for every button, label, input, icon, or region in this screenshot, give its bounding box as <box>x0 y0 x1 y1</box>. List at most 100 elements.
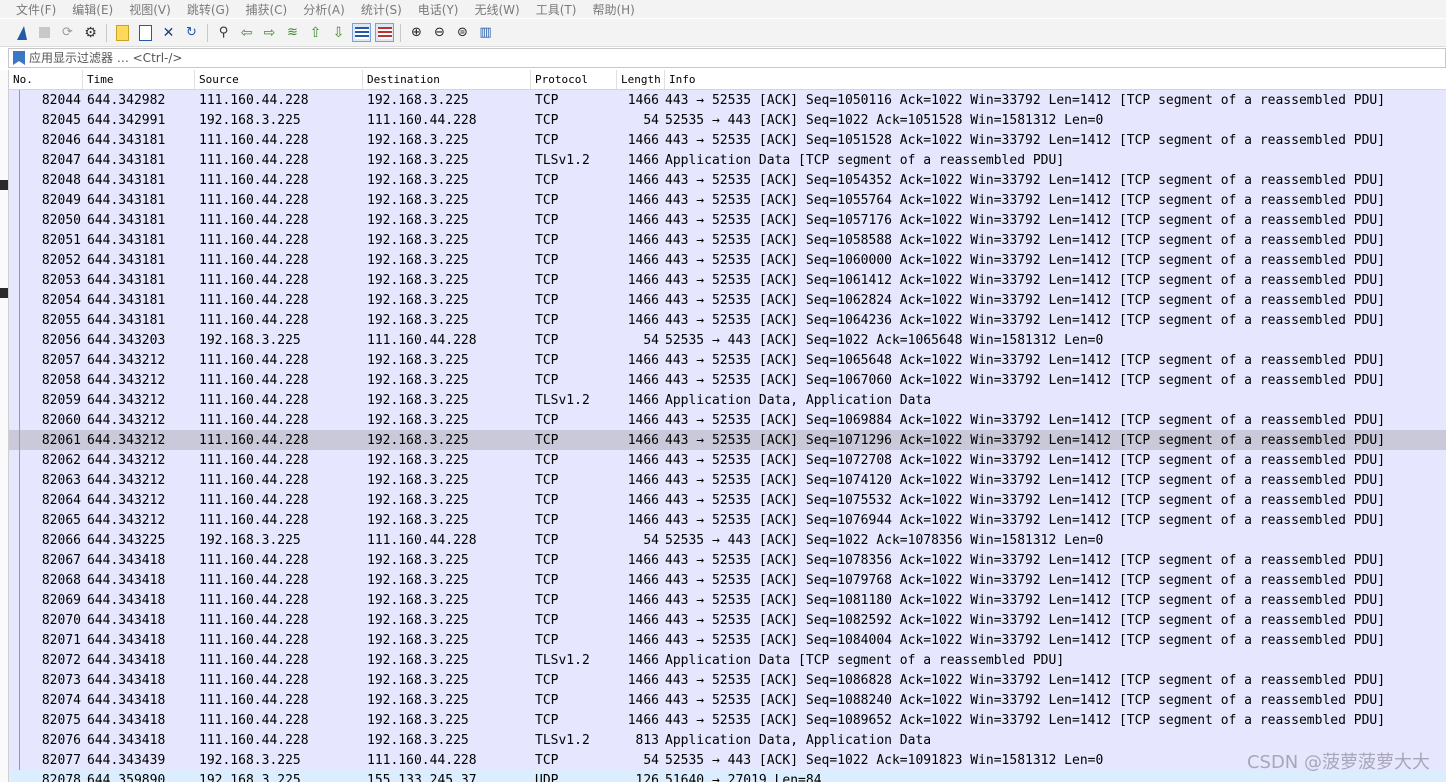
table-row[interactable]: 82075 644.343418 111.160.44.228 192.168.3.2… <box>9 710 1446 730</box>
save-file-icon[interactable] <box>136 23 155 42</box>
conversation-tree-line <box>9 670 33 690</box>
table-row[interactable]: 82048 644.343181 111.160.44.228 192.168.3.2… <box>9 170 1446 190</box>
shark-fin-start-icon[interactable] <box>12 23 31 42</box>
table-row[interactable]: 82050 644.343181 111.160.44.228 192.168.3.2… <box>9 210 1446 230</box>
table-row[interactable]: 82071 644.343418 111.160.44.228 192.168.3.2… <box>9 630 1446 650</box>
zoom-out-icon[interactable]: ⊖ <box>430 23 449 42</box>
table-row[interactable]: 82051 644.343181 111.160.44.228 192.168.3.2… <box>9 230 1446 250</box>
table-row[interactable]: 82063 644.343212 111.160.44.228 192.168.3.2… <box>9 470 1446 490</box>
packet-protocol: TCP <box>535 232 559 248</box>
autoscroll-icon[interactable] <box>352 23 371 42</box>
menu-item[interactable]: 电话(Y) <box>410 1 467 18</box>
table-row[interactable]: 82074 644.343418 111.160.44.228 192.168.3.2… <box>9 690 1446 710</box>
column-header-destination[interactable]: Destination <box>363 70 531 89</box>
menu-item[interactable]: 跳转(G) <box>179 1 238 18</box>
menu-item[interactable]: 无线(W) <box>467 1 528 18</box>
packet-source: 111.160.44.228 <box>199 552 309 568</box>
column-header-info[interactable]: Info <box>665 70 1446 89</box>
find-packet-icon[interactable]: ⚲ <box>214 23 233 42</box>
edge-artifact <box>0 180 8 190</box>
table-row[interactable]: 82049 644.343181 111.160.44.228 192.168.3.2… <box>9 190 1446 210</box>
packet-time: 644.343439 <box>87 752 166 768</box>
packet-length: 1466 <box>627 512 659 528</box>
table-row[interactable]: 82044 644.342982 111.160.44.228 192.168.3.2… <box>9 90 1446 110</box>
packet-source: 111.160.44.228 <box>199 632 309 648</box>
menu-item[interactable]: 工具(T) <box>528 1 585 18</box>
packet-time: 644.343181 <box>87 272 166 288</box>
table-row[interactable]: 82072 644.343418 111.160.44.228 192.168.3.2… <box>9 650 1446 670</box>
table-row[interactable]: 82047 644.343181 111.160.44.228 192.168.3.2… <box>9 150 1446 170</box>
stop-square-icon[interactable] <box>35 23 54 42</box>
bookmark-icon[interactable] <box>13 51 25 65</box>
packet-destination: 192.168.3.225 <box>367 432 469 448</box>
column-header-no[interactable]: No. <box>9 70 83 89</box>
packet-destination: 192.168.3.225 <box>367 512 469 528</box>
packet-info: 443 → 52535 [ACK] Seq=1050116 Ack=1022 W… <box>665 92 1386 108</box>
table-row[interactable]: 82076 644.343418 111.160.44.228 192.168.3.2… <box>9 730 1446 750</box>
column-header-time[interactable]: Time <box>83 70 195 89</box>
packet-info: 443 → 52535 [ACK] Seq=1064236 Ack=1022 W… <box>665 312 1386 328</box>
go-back-icon[interactable]: ⇦ <box>237 23 256 42</box>
packet-info: 443 → 52535 [ACK] Seq=1060000 Ack=1022 W… <box>665 252 1386 268</box>
table-row[interactable]: 82060 644.343212 111.160.44.228 192.168.3.2… <box>9 410 1446 430</box>
go-forward-icon[interactable]: ⇨ <box>260 23 279 42</box>
table-row[interactable]: 82057 644.343212 111.160.44.228 192.168.3.2… <box>9 350 1446 370</box>
menu-item[interactable]: 分析(A) <box>295 1 353 18</box>
menu-item[interactable]: 捕获(C) <box>237 1 295 18</box>
menu-item[interactable]: 帮助(H) <box>584 1 642 18</box>
table-row[interactable]: 82073 644.343418 111.160.44.228 192.168.3.2… <box>9 670 1446 690</box>
close-file-icon[interactable]: ✕ <box>159 23 178 42</box>
go-to-packet-icon[interactable]: ≋ <box>283 23 302 42</box>
table-row[interactable]: 82062 644.343212 111.160.44.228 192.168.3.2… <box>9 450 1446 470</box>
table-row[interactable]: 82053 644.343181 111.160.44.228 192.168.3.2… <box>9 270 1446 290</box>
zoom-in-icon[interactable]: ⊕ <box>407 23 426 42</box>
open-file-icon[interactable] <box>113 23 132 42</box>
conversation-tree-line <box>9 730 33 750</box>
table-row[interactable]: 82066 644.343225 192.168.3.225 111.160.44.2… <box>9 530 1446 550</box>
table-row[interactable]: 82069 644.343418 111.160.44.228 192.168.3.2… <box>9 590 1446 610</box>
packet-destination: 111.160.44.228 <box>367 332 477 348</box>
packet-length: 1466 <box>627 572 659 588</box>
column-header-length[interactable]: Length <box>617 70 665 89</box>
menu-item[interactable]: 统计(S) <box>353 1 410 18</box>
table-row[interactable]: 82056 644.343203 192.168.3.225 111.160.44.2… <box>9 330 1446 350</box>
packet-destination: 192.168.3.225 <box>367 492 469 508</box>
table-row[interactable]: 82064 644.343212 111.160.44.228 192.168.3.2… <box>9 490 1446 510</box>
first-packet-icon[interactable]: ⇧ <box>306 23 325 42</box>
table-row[interactable]: 82070 644.343418 111.160.44.228 192.168.3.2… <box>9 610 1446 630</box>
table-row[interactable]: 82065 644.343212 111.160.44.228 192.168.3.2… <box>9 510 1446 530</box>
table-row[interactable]: 82046 644.343181 111.160.44.228 192.168.3.2… <box>9 130 1446 150</box>
table-row[interactable]: 82058 644.343212 111.160.44.228 192.168.3.2… <box>9 370 1446 390</box>
column-header-source[interactable]: Source <box>195 70 363 89</box>
packet-info: 443 → 52535 [ACK] Seq=1071296 Ack=1022 W… <box>665 432 1386 448</box>
table-row[interactable]: 82068 644.343418 111.160.44.228 192.168.3.2… <box>9 570 1446 590</box>
table-row[interactable]: 82077 644.343439 192.168.3.225 111.160.44.2… <box>9 750 1446 770</box>
options-gear-icon[interactable]: ⚙ <box>81 23 100 42</box>
colorize-icon[interactable] <box>375 23 394 42</box>
table-row[interactable]: 82052 644.343181 111.160.44.228 192.168.3.2… <box>9 250 1446 270</box>
reload-icon[interactable]: ↻ <box>182 23 201 42</box>
display-filter-input[interactable] <box>29 50 1445 66</box>
zoom-normal-icon[interactable]: ⊜ <box>453 23 472 42</box>
packet-list[interactable]: No. Time Source Destination Protocol Len… <box>8 70 1446 782</box>
menu-item[interactable]: 文件(F) <box>0 1 64 18</box>
packet-info: 443 → 52535 [ACK] Seq=1055764 Ack=1022 W… <box>665 192 1386 208</box>
resize-columns-icon[interactable]: ▥ <box>476 23 495 42</box>
packet-length: 1466 <box>627 632 659 648</box>
packet-info: Application Data [TCP segment of a reass… <box>665 652 1065 668</box>
column-header-protocol[interactable]: Protocol <box>531 70 617 89</box>
menu-item[interactable]: 视图(V) <box>121 1 179 18</box>
table-row[interactable]: 82054 644.343181 111.160.44.228 192.168.3.2… <box>9 290 1446 310</box>
table-row[interactable]: 82059 644.343212 111.160.44.228 192.168.3.2… <box>9 390 1446 410</box>
packet-destination: 111.160.44.228 <box>367 752 477 768</box>
last-packet-icon[interactable]: ⇩ <box>329 23 348 42</box>
menu-item[interactable]: 编辑(E) <box>64 1 121 18</box>
table-row[interactable]: 82045 644.342991 192.168.3.225 111.160.44.2… <box>9 110 1446 130</box>
conversation-tree-line <box>9 290 33 310</box>
table-row[interactable]: 82061 644.343212 111.160.44.228 192.168.3.2… <box>9 430 1446 450</box>
table-row[interactable]: 82078 644.359890 192.168.3.225 155.133.245.… <box>9 770 1446 782</box>
table-row[interactable]: 82055 644.343181 111.160.44.228 192.168.3.2… <box>9 310 1446 330</box>
restart-icon[interactable]: ⟳ <box>58 23 77 42</box>
table-row[interactable]: 82067 644.343418 111.160.44.228 192.168.3.2… <box>9 550 1446 570</box>
packet-number: 82046 <box>41 132 81 148</box>
